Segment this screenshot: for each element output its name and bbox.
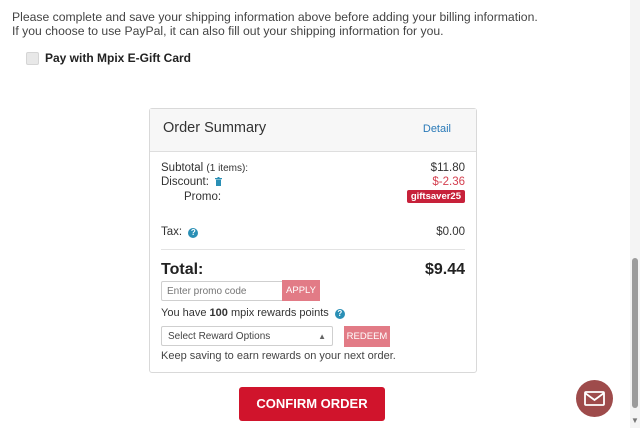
summary-divider — [161, 249, 465, 250]
tax-value: $0.00 — [436, 226, 465, 238]
notice-line-1: Please complete and save your shipping i… — [12, 10, 538, 24]
scroll-down-icon[interactable]: ▼ — [631, 416, 639, 425]
select-arrow-icon: ▲ — [318, 332, 326, 341]
promo-code-badge: giftsaver25 — [406, 190, 465, 203]
order-summary-header: Order Summary Detail — [150, 109, 476, 152]
gift-card-option[interactable]: Pay with Mpix E-Gift Card — [26, 51, 191, 65]
subtotal-row: Subtotal (1 items): $11.80 — [161, 162, 465, 174]
order-summary-title: Order Summary — [163, 120, 267, 136]
scrollbar-thumb[interactable] — [632, 258, 638, 408]
subtotal-label: Subtotal — [161, 162, 204, 174]
reward-options-select[interactable]: Select Reward Options ▲ — [161, 326, 333, 346]
billing-notice: Please complete and save your shipping i… — [12, 10, 538, 38]
order-summary-panel: Order Summary Detail Subtotal (1 items):… — [149, 108, 477, 373]
detail-link[interactable]: Detail — [423, 123, 451, 135]
total-value: $9.44 — [424, 261, 465, 278]
tax-label-wrap: Tax: ? — [161, 226, 199, 238]
confirm-order-button[interactable]: CONFIRM ORDER — [239, 387, 385, 421]
gift-card-checkbox[interactable] — [26, 51, 39, 65]
help-icon[interactable]: ? — [188, 228, 199, 238]
keep-saving-text: Keep saving to earn rewards on your next… — [161, 350, 396, 362]
promo-label: Promo: — [184, 190, 222, 203]
discount-label: Discount: — [161, 176, 209, 188]
rewards-prefix: You have — [161, 307, 207, 319]
subtotal-label-wrap: Subtotal (1 items): — [161, 162, 248, 174]
rewards-suffix: mpix rewards points — [230, 307, 329, 319]
total-label: Total: — [161, 261, 204, 278]
tax-row: Tax: ? $0.00 — [161, 226, 465, 238]
discount-row: Discount: $-2.36 — [161, 176, 465, 188]
tax-label: Tax: — [161, 226, 183, 238]
total-row: Total: $9.44 — [161, 261, 465, 279]
rewards-text: You have 100 mpix rewards points ? — [161, 307, 345, 319]
subtotal-value: $11.80 — [430, 162, 465, 174]
mail-icon — [584, 391, 605, 406]
trash-icon[interactable] — [215, 177, 223, 186]
promo-row: Promo: giftsaver25 — [161, 190, 465, 203]
reward-select-value: Select Reward Options — [168, 331, 271, 342]
discount-label-wrap: Discount: — [161, 176, 223, 188]
notice-line-2: If you choose to use PayPal, it can also… — [12, 24, 444, 38]
discount-value: $-2.36 — [432, 176, 465, 188]
redeem-button[interactable]: REDEEM — [344, 326, 390, 347]
apply-button[interactable]: APPLY — [282, 280, 320, 301]
subtotal-items: (1 items): — [206, 163, 249, 174]
page-scrollbar[interactable]: ▼ — [630, 0, 640, 428]
gift-card-label[interactable]: Pay with Mpix E-Gift Card — [45, 51, 191, 65]
rewards-points: 100 — [209, 307, 228, 319]
chat-button[interactable] — [576, 380, 613, 417]
promo-code-input[interactable] — [161, 281, 285, 301]
rewards-help-icon[interactable]: ? — [334, 309, 345, 319]
